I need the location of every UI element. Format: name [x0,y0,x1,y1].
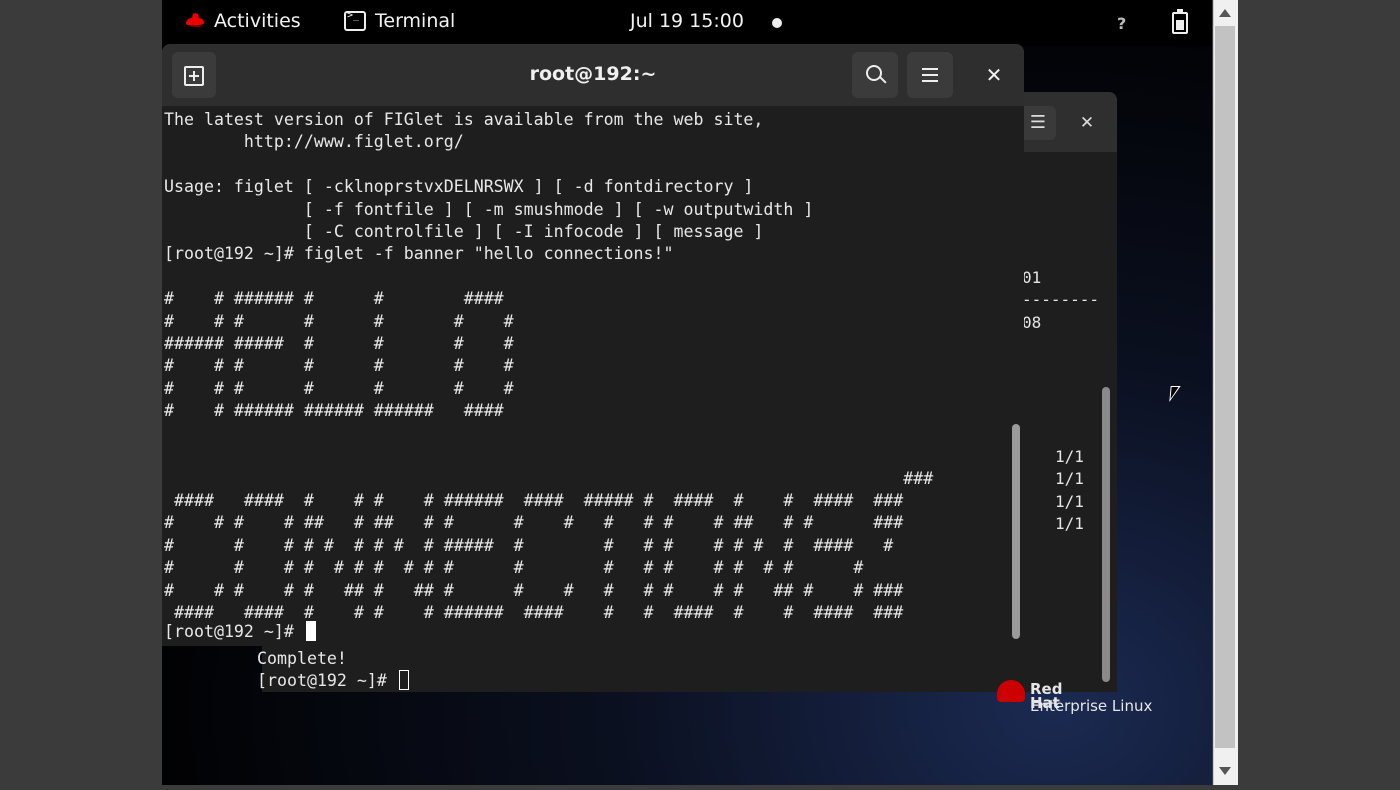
terminal-scrollbar-thumb[interactable] [1012,424,1020,639]
background-output-fragment: -------- [1022,290,1100,309]
notification-dot-icon [772,18,782,28]
hamburger-icon [922,80,938,82]
clock[interactable]: Jul 19 15:00 [630,10,744,32]
redhat-logo-icon [184,13,206,27]
background-text-cursor [398,670,409,691]
activities-button[interactable]: Activities [184,10,301,32]
viewer-background: Activities Terminal Jul 19 15:00 ? ☰ ✕ 0… [0,0,1400,790]
close-button[interactable]: ✕ [974,52,1014,98]
scroll-up-arrow-icon[interactable] [1213,2,1237,24]
hamburger-menu-button[interactable] [907,52,953,98]
prompt-line[interactable]: [root@192 ~]# [164,621,316,641]
app-menu-label: Terminal [375,10,456,32]
shell-prompt: [root@192 ~]# [164,622,304,641]
rhel-product-text: Enterprise Linux [1030,697,1153,715]
redhat-hat-icon [997,680,1025,702]
battery-icon[interactable] [1172,9,1188,34]
scroll-down-arrow-icon[interactable] [1213,760,1237,782]
network-status-icon[interactable]: ? [1117,14,1126,33]
terminal-headerbar[interactable]: root@192:~ ✕ [162,44,1024,106]
background-output-fragment: 1/1 [1055,514,1084,533]
text-cursor [305,621,316,641]
mouse-pointer-icon [1169,386,1181,402]
desktop-screen: Activities Terminal Jul 19 15:00 ? ☰ ✕ 0… [162,0,1212,785]
search-button[interactable] [852,52,898,98]
activities-label: Activities [214,10,301,32]
background-terminal-tail: Complete! [root@192 ~]# [257,648,409,693]
top-bar: Activities Terminal Jul 19 15:00 ? [162,0,1212,46]
app-menu-terminal[interactable]: Terminal [344,10,455,32]
main-terminal-window[interactable]: root@192:~ ✕ The latest version of FIGle… [162,44,1024,646]
background-output-fragment: 1/1 [1055,469,1084,488]
search-icon-handle [879,76,887,84]
background-prompt: [root@192 ~]# [257,671,397,691]
terminal-output: The latest version of FIGlet is availabl… [164,110,934,622]
background-output-fragment: 01 [1022,268,1042,287]
hamburger-icon [922,68,938,70]
complete-message: Complete! [257,649,347,668]
page-scrollbar-thumb[interactable] [1215,26,1235,748]
background-output-fragment: 08 [1022,313,1042,332]
hamburger-icon [922,74,938,76]
terminal-content[interactable]: The latest version of FIGlet is availabl… [162,106,1007,646]
background-scrollbar[interactable] [1102,387,1110,682]
terminal-icon [344,10,366,31]
background-output-fragment: 1/1 [1055,447,1084,466]
background-output-fragment: 1/1 [1055,492,1084,511]
background-close-button[interactable]: ✕ [1072,106,1102,140]
